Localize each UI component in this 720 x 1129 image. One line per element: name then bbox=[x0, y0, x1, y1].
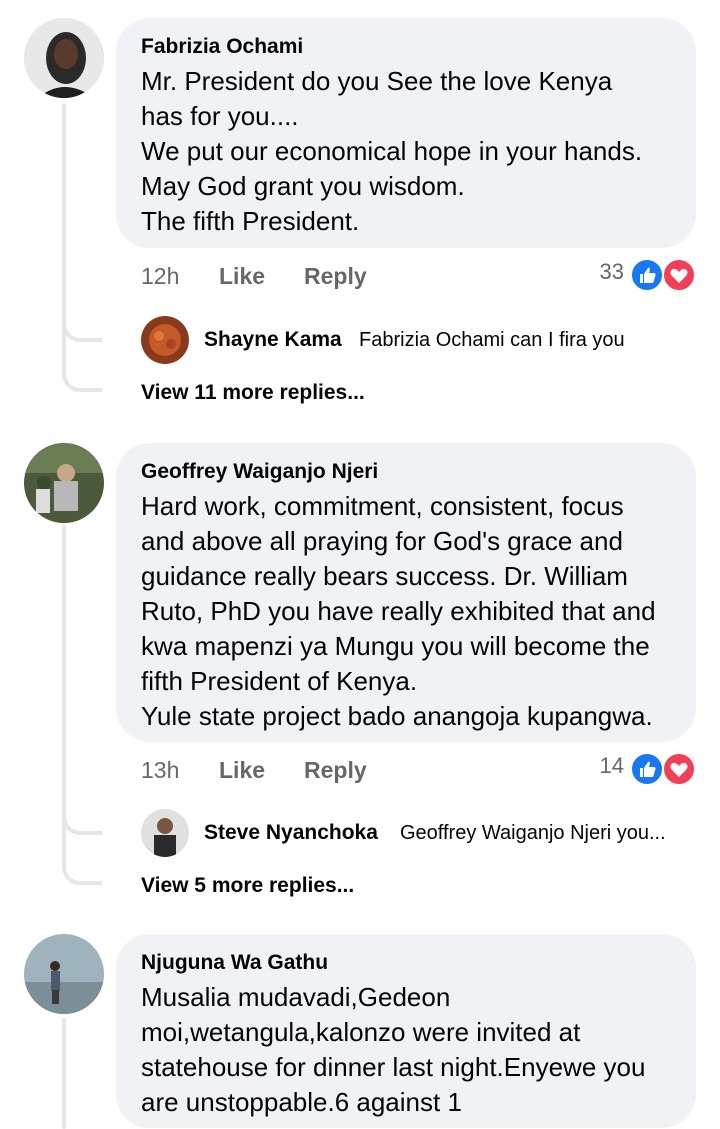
reaction-count: 14 bbox=[599, 753, 624, 778]
like-reaction-icon bbox=[630, 752, 664, 786]
thread-connector bbox=[62, 300, 102, 342]
like-button[interactable]: Like bbox=[219, 757, 265, 784]
reply-button[interactable]: Reply bbox=[304, 263, 367, 290]
thread-connector bbox=[62, 833, 102, 885]
avatar[interactable] bbox=[141, 316, 189, 364]
love-reaction-icon bbox=[662, 258, 696, 292]
comment-time[interactable]: 12h bbox=[141, 263, 179, 290]
reaction-count: 33 bbox=[599, 259, 624, 284]
like-button[interactable]: Like bbox=[219, 263, 265, 290]
avatar[interactable] bbox=[141, 809, 189, 857]
reply-preview[interactable]: Steve Nyanchoka Geoffrey Waiganjo Njeri … bbox=[141, 809, 691, 857]
avatar[interactable] bbox=[24, 934, 104, 1014]
like-reaction-icon bbox=[630, 258, 664, 292]
reply-preview[interactable]: Shayne Kama Fabrizia Ochami can I fira y… bbox=[141, 316, 681, 364]
comment-bubble: Fabrizia Ochami Mr. President do you See… bbox=[116, 18, 696, 248]
thread-line bbox=[62, 1018, 66, 1129]
view-more-replies-link[interactable]: View 5 more replies... bbox=[141, 874, 354, 898]
reply-button[interactable]: Reply bbox=[304, 757, 367, 784]
avatar[interactable] bbox=[24, 18, 104, 98]
avatar[interactable] bbox=[24, 443, 104, 523]
reaction-summary[interactable]: 33 bbox=[586, 258, 696, 292]
reply-author[interactable]: Steve Nyanchoka bbox=[204, 821, 378, 845]
comment-text: Mr. President do you See the love Kenya … bbox=[141, 66, 643, 236]
reply-text: Geoffrey Waiganjo Njeri you... bbox=[400, 822, 666, 844]
view-more-replies-link[interactable]: View 11 more replies... bbox=[141, 381, 365, 405]
reply-text: Fabrizia Ochami can I fira you bbox=[359, 329, 625, 351]
comment-author[interactable]: Fabrizia Ochami bbox=[141, 34, 672, 60]
comment-bubble: Geoffrey Waiganjo Njeri Hard work, commi… bbox=[116, 443, 696, 742]
comment-author[interactable]: Njuguna Wa Gathu bbox=[141, 950, 672, 976]
thread-line bbox=[62, 525, 66, 835]
thread-connector bbox=[62, 340, 102, 392]
reply-author[interactable]: Shayne Kama bbox=[204, 328, 342, 352]
comment-bubble: Njuguna Wa Gathu Musalia mudavadi,Gedeon… bbox=[116, 934, 696, 1128]
love-reaction-icon bbox=[662, 752, 696, 786]
thread-connector bbox=[62, 790, 102, 835]
comment-text: Hard work, commitment, consistent, focus… bbox=[141, 491, 656, 731]
comment-text: Musalia mudavadi,Gedeon moi,wetangula,ka… bbox=[141, 982, 646, 1117]
reaction-summary[interactable]: 14 bbox=[586, 752, 696, 786]
comment-author[interactable]: Geoffrey Waiganjo Njeri bbox=[141, 459, 672, 485]
comment-time[interactable]: 13h bbox=[141, 757, 179, 784]
